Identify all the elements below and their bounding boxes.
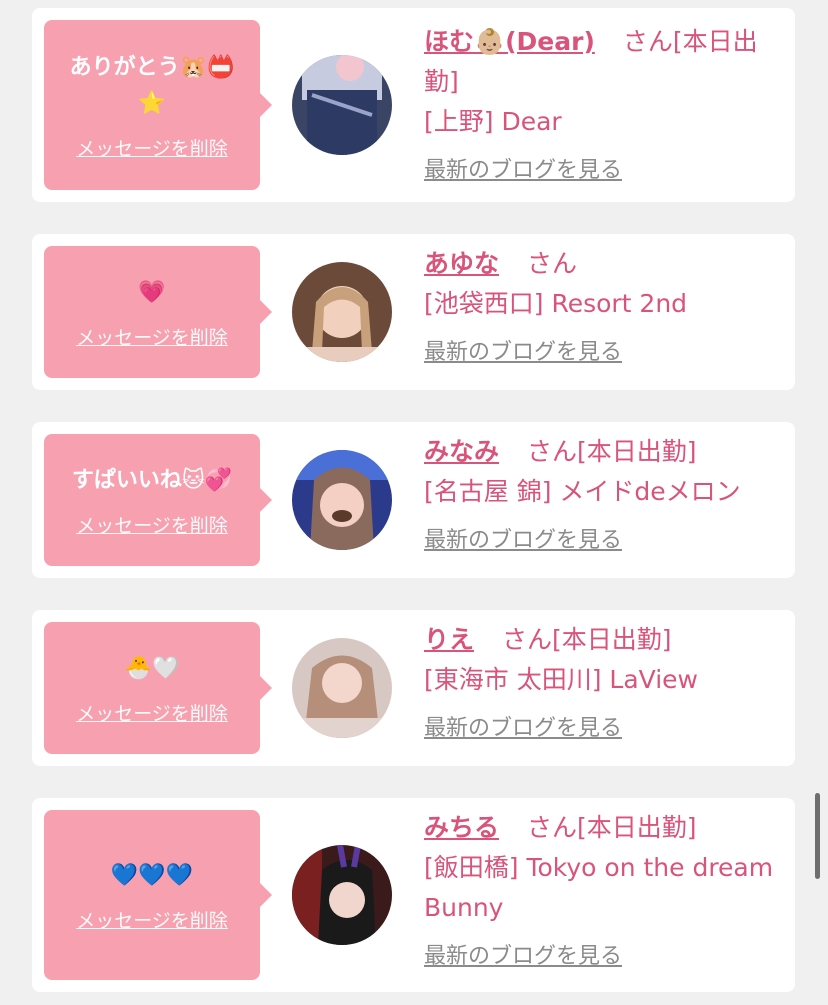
shop-name: [名古屋 錦] メイドdeメロン <box>424 477 741 506</box>
scrollbar-thumb[interactable] <box>815 793 820 879</box>
cast-info: みなみ さん[本日出勤] [名古屋 錦] メイドdeメロン 最新のブログを見る <box>424 432 779 554</box>
message-text: 💗 <box>138 279 166 305</box>
message-text: すぱいいね🐱💞 <box>71 467 233 493</box>
delete-message-link[interactable]: メッセージを削除 <box>76 906 228 933</box>
avatar[interactable] <box>292 55 392 155</box>
shop-name: [東海市 太田川] LaView <box>424 665 698 694</box>
avatar[interactable] <box>292 450 392 550</box>
cast-info: ほむ👶🏼(Dear) さん[本日出勤] [上野] Dear 最新のブログを見る <box>424 22 779 184</box>
cast-suffix: さん <box>526 249 577 278</box>
message-text: ありがとう🐹📛 ⭐ <box>69 54 235 116</box>
cast-suffix: さん[本日出勤] <box>526 437 697 466</box>
message-text: 🐣🤍 <box>124 655 180 681</box>
avatar-photo <box>292 638 392 738</box>
cast-info: みちる さん[本日出勤] [飯田橋] Tokyo on the dream Bu… <box>424 808 779 970</box>
cast-suffix: さん[本日出勤] <box>526 813 697 842</box>
message-card: 💙💙💙 メッセージを削除 みちる さん[本日出勤] [飯田橋] Tokyo on… <box>32 798 795 992</box>
cast-suffix: さん[本日出勤] <box>501 625 672 654</box>
avatar-photo <box>292 450 392 550</box>
message-bubble: 💗 メッセージを削除 <box>44 246 272 378</box>
blog-link[interactable]: 最新のブログを見る <box>424 334 779 366</box>
delete-message-link[interactable]: メッセージを削除 <box>76 323 228 350</box>
shop-name: [上野] Dear <box>424 107 562 136</box>
delete-message-link[interactable]: メッセージを削除 <box>76 699 228 726</box>
blog-link[interactable]: 最新のブログを見る <box>424 522 779 554</box>
cast-name-link[interactable]: みちる <box>424 813 499 842</box>
message-bubble: すぱいいね🐱💞 メッセージを削除 <box>44 434 272 566</box>
shop-name: [池袋西口] Resort 2nd <box>424 289 688 318</box>
message-card: すぱいいね🐱💞 メッセージを削除 みなみ さん[本日出勤] [名古屋 錦] メイ… <box>32 422 795 578</box>
cast-name-link[interactable]: りえ <box>424 625 474 654</box>
message-bubble: 🐣🤍 メッセージを削除 <box>44 622 272 754</box>
avatar[interactable] <box>292 845 392 945</box>
message-card: ありがとう🐹📛 ⭐ メッセージを削除 ほむ👶🏼(Dear) さん[本日出勤] [… <box>32 8 795 202</box>
blog-link[interactable]: 最新のブログを見る <box>424 938 779 970</box>
cast-info: あゆな さん [池袋西口] Resort 2nd 最新のブログを見る <box>424 244 779 366</box>
cast-info: りえ さん[本日出勤] [東海市 太田川] LaView 最新のブログを見る <box>424 620 779 742</box>
message-bubble: 💙💙💙 メッセージを削除 <box>44 810 272 980</box>
cast-name-link[interactable]: みなみ <box>424 437 499 466</box>
message-text: 💙💙💙 <box>110 862 194 888</box>
avatar-photo <box>292 262 392 362</box>
avatar[interactable] <box>292 262 392 362</box>
avatar-photo <box>292 845 392 945</box>
message-card: 💗 メッセージを削除 あゆな さん [池袋西口] Resort 2nd 最新のブ… <box>32 234 795 390</box>
cast-name-link[interactable]: ほむ👶🏼(Dear) <box>424 27 595 56</box>
cast-name-link[interactable]: あゆな <box>424 249 499 278</box>
delete-message-link[interactable]: メッセージを削除 <box>76 134 228 161</box>
message-card: 🐣🤍 メッセージを削除 りえ さん[本日出勤] [東海市 太田川] LaView… <box>32 610 795 766</box>
shop-name: [飯田橋] Tokyo on the dream Bunny <box>424 853 774 922</box>
delete-message-link[interactable]: メッセージを削除 <box>76 511 228 538</box>
avatar-photo <box>292 55 392 155</box>
avatar[interactable] <box>292 638 392 738</box>
message-bubble: ありがとう🐹📛 ⭐ メッセージを削除 <box>44 20 272 190</box>
blog-link[interactable]: 最新のブログを見る <box>424 710 779 742</box>
blog-link[interactable]: 最新のブログを見る <box>424 152 779 184</box>
